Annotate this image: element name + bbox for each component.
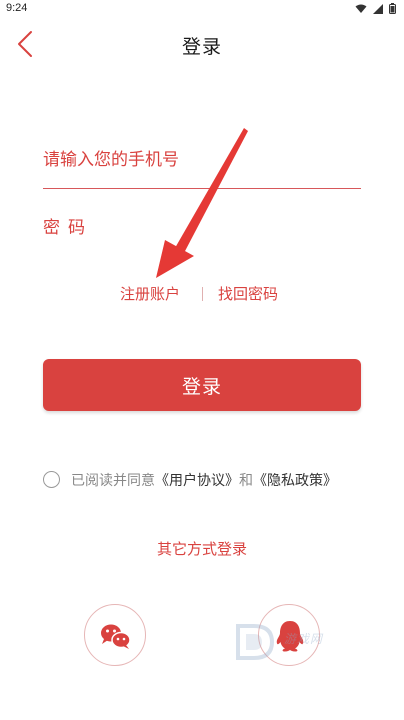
recover-password-link[interactable]: 找回密码	[218, 283, 278, 304]
agreement-text: 已阅读并同意《用户协议》和《隐私政策》	[71, 470, 337, 490]
phone-field	[43, 140, 361, 189]
signal-icon	[373, 3, 383, 14]
agreement-conjunction: 和	[239, 473, 253, 489]
link-divider	[202, 287, 203, 301]
other-login-title: 其它方式登录	[156, 540, 247, 558]
privacy-policy-link[interactable]: 《隐私政策》	[253, 473, 337, 489]
header: 登录	[0, 22, 404, 66]
wechat-login-button[interactable]	[84, 604, 146, 666]
qq-icon	[276, 621, 304, 652]
qq-login-button[interactable]	[258, 604, 320, 666]
phone-input[interactable]	[43, 140, 361, 180]
status-bar: 9:24	[0, 0, 404, 18]
login-button[interactable]: 登录	[43, 359, 361, 411]
login-page: 9:24 登录 注册账户 找回密码	[0, 0, 404, 720]
wechat-icon	[101, 624, 131, 649]
password-input[interactable]	[43, 210, 361, 246]
agreement-row: 已阅读并同意《用户协议》和《隐私政策》	[43, 470, 383, 492]
user-agreement-link[interactable]: 《用户协议》	[155, 473, 239, 489]
agreement-prefix: 已阅读并同意	[71, 473, 155, 489]
status-icons	[355, 3, 396, 14]
status-time: 9:24	[6, 2, 28, 14]
agree-checkbox[interactable]	[43, 471, 60, 488]
account-links: 注册账户 找回密码	[0, 283, 404, 307]
register-link[interactable]: 注册账户	[120, 283, 180, 304]
battery-icon	[389, 3, 396, 14]
wifi-icon	[355, 4, 367, 14]
password-field	[43, 210, 361, 250]
page-title: 登录	[181, 36, 222, 58]
